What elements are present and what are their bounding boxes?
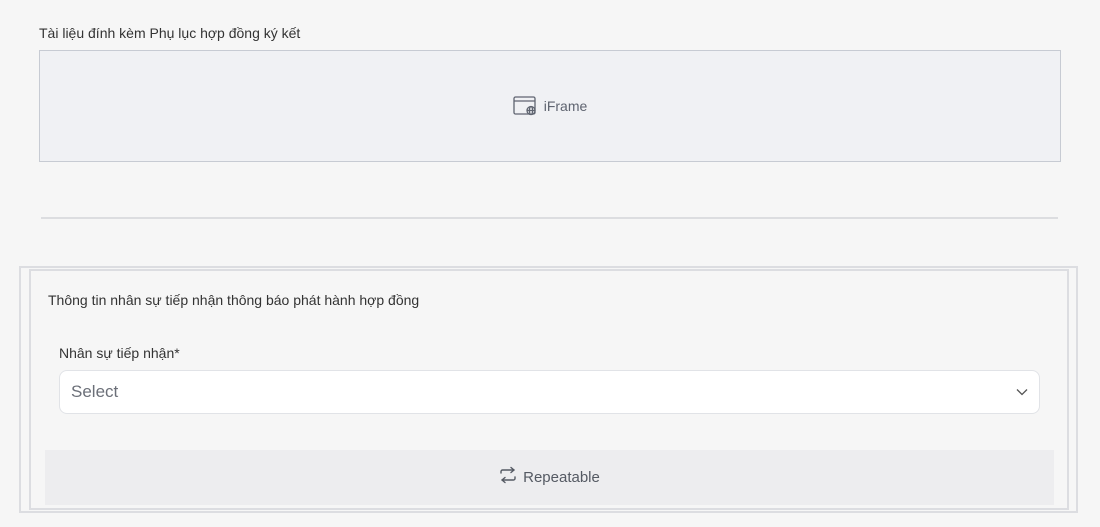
iframe-placeholder[interactable]: iFrame [39, 50, 1061, 162]
form-page: Tài liệu đính kèm Phụ lục hợp đồng ký kế… [0, 0, 1100, 527]
recipient-select[interactable]: Select [59, 370, 1040, 414]
recipient-field-label: Nhân sự tiếp nhận* [59, 345, 180, 361]
repeatable-label: Repeatable [523, 469, 600, 486]
chevron-down-icon [1015, 385, 1029, 399]
repeat-icon [499, 466, 517, 489]
repeatable-button[interactable]: Repeatable [45, 450, 1054, 505]
attachment-label: Tài liệu đính kèm Phụ lục hợp đồng ký kế… [39, 25, 301, 41]
recipient-select-value: Select [71, 382, 119, 401]
section-title: Thông tin nhân sự tiếp nhận thông báo ph… [48, 292, 420, 308]
browser-globe-icon [513, 96, 537, 116]
section-divider [41, 217, 1058, 219]
iframe-placeholder-text: iFrame [543, 98, 588, 114]
